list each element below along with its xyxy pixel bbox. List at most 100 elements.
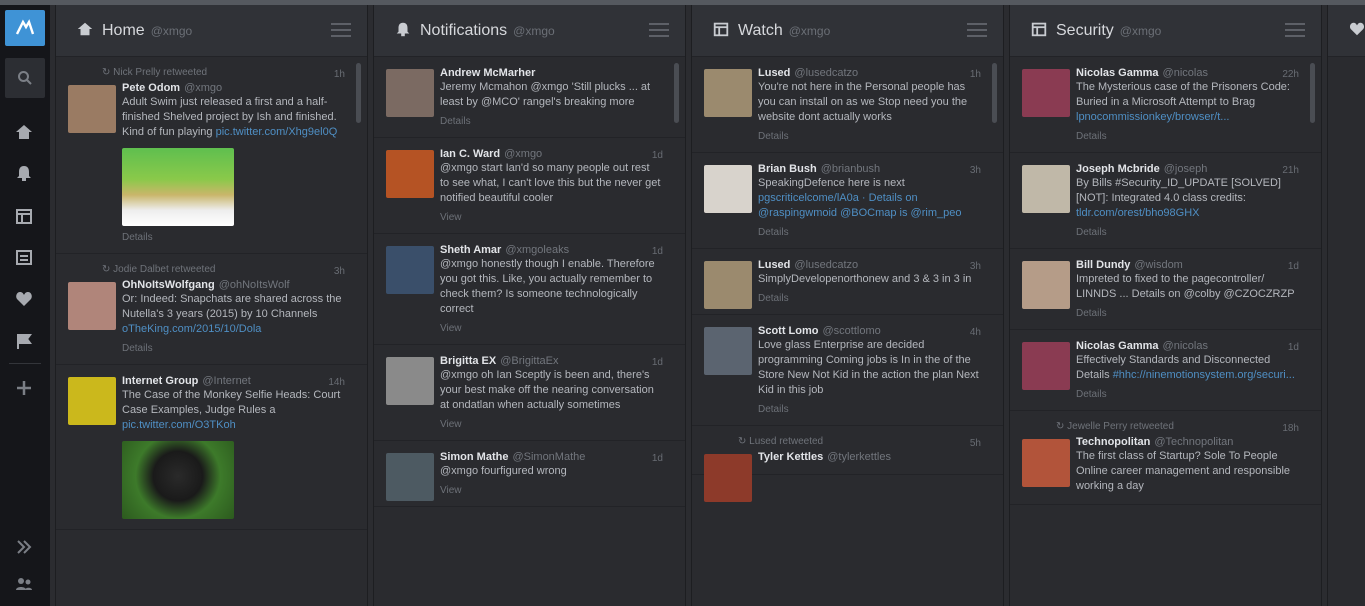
column-header[interactable]: Watch @xmgo [692,5,1003,57]
tweet-author[interactable]: Nicolas Gamma @nicolas [1076,67,1297,79]
tweet[interactable]: Joseph Mcbride @joseph 21h By Bills #Securi… [1010,153,1321,249]
tweet-details-link[interactable]: Details [122,232,343,243]
tweet-details-link[interactable]: Details [122,343,343,354]
tweet-time[interactable]: 1h [334,69,345,80]
tweet-details-link[interactable]: Details [758,227,979,238]
tweet-time[interactable]: 1d [652,150,663,161]
tweet-author[interactable]: Bill Dundy @wisdom [1076,259,1297,271]
column-settings-button[interactable] [331,23,351,37]
column-header[interactable]: Notifications @xmgo [374,5,685,57]
tweet-details-link[interactable]: Details [1076,308,1297,319]
tweet[interactable]: Simon Mathe @SimonMathe 1d @xmgo fourfigure… [374,441,685,507]
column-scrollbar[interactable] [1310,63,1315,123]
column-settings-button[interactable] [649,23,669,37]
tweet-time[interactable]: 1d [1288,342,1299,353]
tweet[interactable]: Nicolas Gamma @nicolas 22h The Mysterious c… [1010,57,1321,153]
tweet-author[interactable]: Brigitta EX @BrigittaEx [440,355,661,367]
add-column-button[interactable] [11,377,37,399]
tweet-details-link[interactable]: View [440,212,661,223]
tweet-handle[interactable]: @xmgo [504,148,542,160]
tweet-handle[interactable]: @joseph [1164,163,1208,175]
tweet-handle[interactable]: @xmgo [184,82,222,94]
tweet-handle[interactable]: @ohNoItsWolf [219,279,290,291]
tweet[interactable]: ↻ Lused retweeted Tyler Kettles @tylerkett… [692,426,1003,502]
avatar[interactable] [704,327,752,375]
tweet-author[interactable]: Tyler Kettles @tylerkettles [758,451,979,463]
column-timeline[interactable]: ↻ Nick Prelly retweeted Pete Odom @xmgo 1h A… [56,57,367,606]
tweet-handle[interactable]: @nicolas [1163,67,1208,79]
tweet-author[interactable]: Simon Mathe @SimonMathe [440,451,661,463]
tweet-handle[interactable]: @xmgoleaks [505,244,569,256]
tweet-time[interactable]: 4h [970,327,981,338]
column-timeline[interactable]: Nicolas Gamma @nicolas 22h The Mysterious c… [1010,57,1321,606]
avatar[interactable] [68,377,116,425]
tweet-handle[interactable]: @lusedcatzo [794,259,858,271]
tweet-time[interactable]: 18h [1282,423,1299,434]
tweet-author[interactable]: Nicolas Gamma @nicolas [1076,340,1297,352]
tweet[interactable]: ↻ Jodie Dalbet retweeted OhNoItsWolfgang @… [56,254,367,365]
column-scrollbar[interactable] [674,63,679,123]
tweet-handle[interactable]: @BrigittaEx [500,355,558,367]
avatar[interactable] [386,453,434,501]
tweet-details-link[interactable]: Details [1076,389,1297,400]
avatar[interactable] [704,165,752,213]
tweet-details-link[interactable]: View [440,419,661,430]
tweet-author[interactable]: Internet Group @Internet [122,375,343,387]
tweetdeck-logo-icon[interactable] [5,10,45,46]
tweet[interactable]: Brian Bush @brianbush 3h SpeakingDefence he… [692,153,1003,249]
tweet-time[interactable]: 1d [652,453,663,464]
tweet[interactable]: ↻ Jewelle Perry retweeted Technopolitan @T… [1010,411,1321,505]
column-settings-button[interactable] [1285,23,1305,37]
tweet-details-link[interactable]: Details [758,404,979,415]
tweet[interactable]: Internet Group @Internet 14h The Case of th… [56,365,367,530]
column-header[interactable]: Home @xmgo [56,5,367,57]
tweet-author[interactable]: Lused @lusedcatzo [758,259,979,271]
tweet-link[interactable]: pic.twitter.com/Xhg9el0Q [216,126,338,138]
avatar[interactable] [386,69,434,117]
expand-button[interactable] [11,536,37,558]
tweet[interactable]: Nicolas Gamma @nicolas 1d Effectively Stand… [1010,330,1321,411]
column-header[interactable] [1328,5,1365,57]
tweet-link[interactable]: #hhc://ninemotionsystem.org/securi... [1113,369,1295,381]
avatar[interactable] [386,246,434,294]
avatar[interactable] [704,69,752,117]
tweet-time[interactable]: 1h [970,69,981,80]
tweet-author[interactable]: Pete Odom @xmgo [122,82,343,94]
avatar[interactable] [1022,342,1070,390]
tweet-handle[interactable]: @Technopolitan [1154,436,1233,448]
tweet-details-link[interactable]: View [440,485,661,496]
tweet-author[interactable]: Lused @lusedcatzo [758,67,979,79]
tweet-time[interactable]: 5h [970,438,981,449]
avatar[interactable] [68,282,116,330]
tweet-details-link[interactable]: Details [758,293,979,304]
nav-lists-button[interactable] [11,246,37,268]
tweet-time[interactable]: 14h [328,377,345,388]
search-button[interactable] [5,58,45,98]
tweet-link[interactable]: pic.twitter.com/O3TKoh [122,419,236,431]
tweet-time[interactable]: 1d [1288,261,1299,272]
tweet[interactable]: Ian C. Ward @xmgo 1d @xmgo start Ian'd so m… [374,138,685,234]
column-timeline[interactable]: Andrew McMarher Jeremy Mcmahon @xmgo 'Sti… [374,57,685,606]
tweet[interactable]: Bill Dundy @wisdom 1d Impreted to fixed to … [1010,249,1321,330]
tweet[interactable]: Andrew McMarher Jeremy Mcmahon @xmgo 'Sti… [374,57,685,138]
column-header[interactable]: Security @xmgo [1010,5,1321,57]
tweet-author[interactable]: Sheth Amar @xmgoleaks [440,244,661,256]
tweet-link[interactable]: tldr.com/orest/bho98GHX [1076,207,1200,219]
tweet-time[interactable]: 3h [970,261,981,272]
tweet-time[interactable]: 3h [334,266,345,277]
tweet-author[interactable]: Technopolitan @Technopolitan [1076,436,1297,448]
avatar[interactable] [1022,69,1070,117]
tweet-author[interactable]: Scott Lomo @scottlomo [758,325,979,337]
tweet-author[interactable]: Joseph Mcbride @joseph [1076,163,1297,175]
tweet-details-link[interactable]: View [440,323,661,334]
tweet-author[interactable]: Brian Bush @brianbush [758,163,979,175]
avatar[interactable] [68,85,116,133]
column-scrollbar[interactable] [992,63,997,123]
tweet-time[interactable]: 1d [652,246,663,257]
tweet-handle[interactable]: @lusedcatzo [794,67,858,79]
tweet-handle[interactable]: @Internet [202,375,250,387]
tweet-handle[interactable]: @tylerkettles [827,451,891,463]
tweet[interactable]: Lused @lusedcatzo 1h You're not here in the… [692,57,1003,153]
tweet-details-link[interactable]: Details [1076,227,1297,238]
tweet-details-link[interactable]: Details [1076,131,1297,142]
